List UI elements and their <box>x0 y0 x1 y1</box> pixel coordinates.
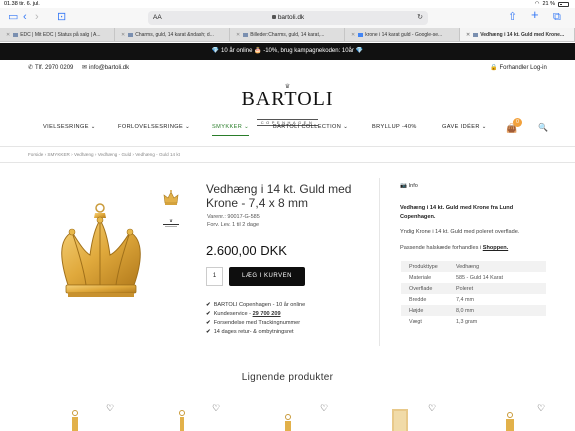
product-thumbnail-1[interactable] <box>161 188 181 208</box>
nav-bryllup[interactable]: BRYLLUP -40% <box>372 124 417 130</box>
favicon-icon <box>128 33 134 37</box>
browser-tabs: ✕ EDC | Mit EDC | Status på salg | A... ✕… <box>0 28 575 42</box>
lock-icon: 🔒 <box>490 65 498 71</box>
add-to-cart-button[interactable]: LÆG I KURVEN <box>229 267 305 286</box>
info-heading: 📷 Info <box>400 183 418 189</box>
svg-text:♛: ♛ <box>169 218 173 223</box>
info-description: Yndig Krone i 14 kt. Guld med poleret ov… <box>400 229 520 235</box>
browser-tab[interactable]: ✕ EDC | Mit EDC | Status på salg | A... <box>0 28 115 41</box>
email-link[interactable]: ✉ info@bartoli.dk <box>82 64 129 71</box>
browser-tab[interactable]: ✕ Charms, guld, 14 karat &ndash; d... <box>115 28 230 41</box>
status-right: ◠ 21 % <box>535 1 569 7</box>
lock-icon <box>271 15 276 19</box>
usp-item: ✔ BARTOLI Copenhagen - 10 år online <box>206 302 306 308</box>
new-tab-icon[interactable]: + <box>531 8 539 22</box>
usp-item: ✔ Forsendelse med Trackingnummer <box>206 320 301 326</box>
shop-link[interactable]: Shoppen. <box>483 245 508 251</box>
battery-percent: 21 % <box>542 1 555 7</box>
check-icon: ✔ <box>206 320 211 326</box>
customer-service-phone-link[interactable]: 29 700 209 <box>253 311 281 317</box>
nav-smykker[interactable]: SMYKKER ⌄ <box>212 124 250 136</box>
product-thumbnail-2[interactable]: ♛ <box>161 216 181 232</box>
back-icon[interactable]: ‹ <box>23 10 27 24</box>
spec-row: Vægt 1,3 gram <box>409 318 478 325</box>
info-necklace-note: Passende halskæde forhandles i Shoppen. <box>400 245 509 251</box>
check-icon: ✔ <box>206 302 211 308</box>
check-icon: ✔ <box>206 329 211 335</box>
usp-item: ✔ Kundeservice - 29 700 209 <box>206 311 281 317</box>
sidebar-icon[interactable]: ▭ <box>8 10 18 24</box>
phone-icon: ✆ <box>28 65 34 71</box>
spec-row: Højde 8,0 mm <box>401 305 546 316</box>
usp-item: ✔ 14 dages retur- & ombytningsret <box>206 329 294 335</box>
cart-count-badge: 0 <box>513 118 522 127</box>
product-delivery: Forv. Lev. 1 til 2 dage <box>207 222 260 228</box>
main-nav: VIELSESRINGE ⌄ FORLOVELSESRINGE ⌄ SMYKKE… <box>0 121 575 137</box>
spec-row: Overflade Poleret <box>401 283 546 294</box>
nav-bartoli-collection[interactable]: BARTOLI COLLECTION ⌄ <box>273 124 348 130</box>
quantity-input[interactable]: 1 <box>206 267 223 286</box>
diamond-icon: 💎 <box>211 48 220 54</box>
product-price: 2.600,00 DKK <box>206 243 287 258</box>
check-icon: ✔ <box>206 311 211 317</box>
favicon-icon <box>13 33 19 37</box>
share-icon[interactable]: ⇧ <box>508 10 517 24</box>
similar-product-image[interactable] <box>370 403 430 431</box>
breadcrumb-divider <box>0 162 575 163</box>
browser-toolbar: ▭ ‹ › ⊡ AA bartoli.dk ↻ ⇧ + ⧉ <box>0 8 575 28</box>
similar-product-image[interactable] <box>45 403 105 431</box>
search-icon[interactable]: 🔍 <box>538 123 548 132</box>
similar-product-image[interactable] <box>152 403 212 431</box>
nav-forlovelsesringe[interactable]: FORLOVELSESRINGE ⌄ <box>118 124 190 130</box>
product-main-image[interactable] <box>50 200 160 315</box>
close-tab-icon[interactable]: ✕ <box>351 32 355 38</box>
similar-product-image[interactable] <box>258 403 318 431</box>
favicon-icon <box>473 33 479 37</box>
battery-icon <box>558 1 569 7</box>
wishlist-heart-icon[interactable]: ♡ <box>106 403 114 414</box>
nav-vielsesringe[interactable]: VIELSESRINGE ⌄ <box>43 124 96 130</box>
nav-gave-ideer[interactable]: GAVE IDÉER ⌄ <box>442 124 487 130</box>
product-title: Vedhæng i 14 kt. Guld med Krone - 7,4 x … <box>206 182 352 210</box>
dealer-login-link[interactable]: 🔒 Forhandler Log-in <box>490 64 547 71</box>
browser-tab-active[interactable]: ✕ Vedhæng i 14 kt. Guld med Krone... <box>460 28 575 41</box>
bookmarks-icon[interactable]: ⊡ <box>57 10 66 24</box>
breadcrumb[interactable]: Forside › SMYKKER › Vedhæng › Vedhæng - … <box>28 152 180 157</box>
browser-tab[interactable]: ✕ Billeder:Charms, guld, 14 karat,... <box>230 28 345 41</box>
camera-icon: 📷 <box>400 183 407 189</box>
forward-icon[interactable]: › <box>35 10 39 24</box>
close-tab-icon[interactable]: ✕ <box>236 32 240 38</box>
wishlist-heart-icon[interactable]: ♡ <box>212 403 220 414</box>
similar-product-image[interactable] <box>480 403 540 431</box>
address-bar[interactable]: AA bartoli.dk ↻ <box>148 11 428 25</box>
url-text: bartoli.dk <box>148 14 428 21</box>
column-divider <box>379 178 380 346</box>
close-tab-icon[interactable]: ✕ <box>6 32 10 38</box>
status-time: 01.38 tir. 6. jul. <box>4 1 40 7</box>
spec-table: Produkttype Vedhæng Materiale 585 - Guld 1… <box>401 261 546 327</box>
ios-status-bar: 01.38 tir. 6. jul. ◠ 21 % <box>0 0 575 8</box>
phone-link[interactable]: ✆ Tlf. 2970 0209 <box>28 64 73 71</box>
favicon-icon <box>243 33 249 37</box>
nav-divider <box>0 146 575 147</box>
reload-icon[interactable]: ↻ <box>417 13 423 21</box>
google-favicon-icon <box>358 33 364 37</box>
similar-products-heading: Lignende produkter <box>241 372 334 383</box>
info-title: Vedhæng i 14 kt. Guld med Krone fra Lund… <box>400 205 514 220</box>
browser-tab[interactable]: ✕ krone i 14 karat guld - Google-se... <box>345 28 460 41</box>
promo-text: 10 år online 🎂 -10%, brug kampagnekoden:… <box>221 48 354 54</box>
wishlist-heart-icon[interactable]: ♡ <box>320 403 328 414</box>
product-sku: Varenr.: 90017-G-585 <box>207 214 260 220</box>
promo-banner: 💎 10 år online 🎂 -10%, brug kampagnekode… <box>0 43 575 60</box>
tab-overview-icon[interactable]: ⧉ <box>553 10 561 24</box>
mail-icon: ✉ <box>82 65 88 71</box>
diamond-icon: 💎 <box>355 48 364 54</box>
spec-row: Materiale 585 - Guld 14 Karat <box>409 274 504 281</box>
spec-row: Produkttype Vedhæng <box>401 261 546 272</box>
logo-wordmark: BARTOLI <box>241 88 334 110</box>
close-tab-icon[interactable]: ✕ <box>121 32 125 38</box>
close-tab-icon[interactable]: ✕ <box>466 32 470 38</box>
spec-row: Bredde 7,4 mm <box>409 296 474 303</box>
